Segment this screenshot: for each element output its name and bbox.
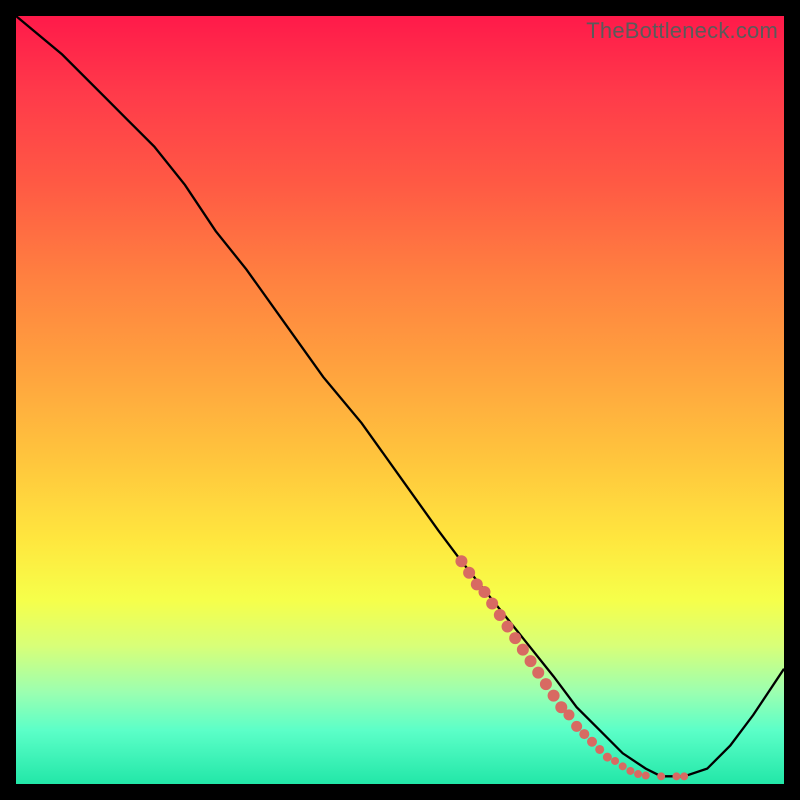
marker-dot [680,772,688,780]
marker-dot [642,772,650,780]
main-curve [16,16,784,776]
marker-dot [494,609,506,621]
marker-dot [463,567,475,579]
marker-dot [563,709,574,720]
marker-dot [540,678,552,690]
marker-dot [525,655,537,667]
marker-dot [587,737,597,747]
marker-dot [571,721,582,732]
marker-dot [634,770,642,778]
marker-dot [672,772,680,780]
chart-frame: TheBottleneck.com [16,16,784,784]
markers-group [455,555,688,780]
marker-dot [548,690,560,702]
plot-svg [16,16,784,784]
marker-dot [517,644,529,656]
marker-dot [657,772,665,780]
curve-group [16,16,784,776]
marker-dot [486,598,498,610]
marker-dot [532,667,544,679]
marker-dot [509,632,521,644]
marker-dot [603,753,612,762]
marker-dot [611,757,619,765]
marker-dot [619,762,627,770]
marker-dot [595,745,604,754]
marker-dot [626,767,634,775]
marker-dot [579,729,589,739]
marker-dot [478,586,490,598]
marker-dot [502,621,514,633]
marker-dot [455,555,467,567]
